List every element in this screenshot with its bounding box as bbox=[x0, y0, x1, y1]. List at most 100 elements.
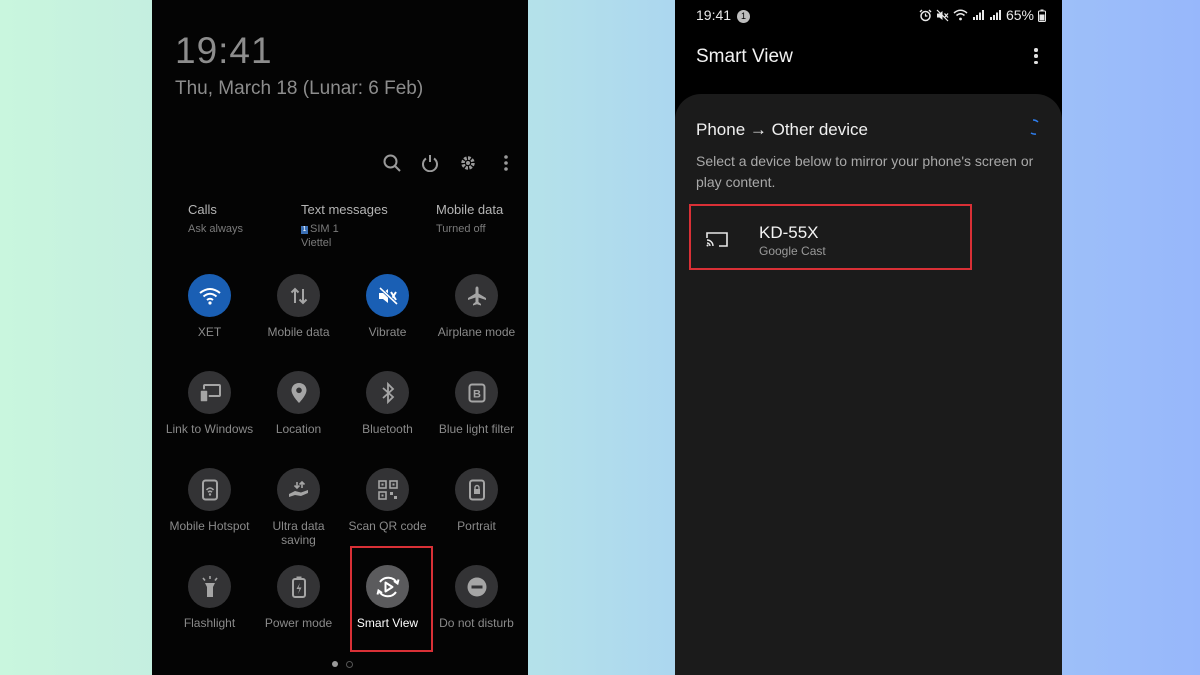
section-description: Select a device below to mirror your pho… bbox=[696, 153, 1034, 190]
tile-vibrate[interactable]: Vibrate bbox=[343, 274, 432, 339]
tile-label: XET bbox=[197, 325, 222, 339]
notification-count-badge: 1 bbox=[737, 10, 751, 23]
tile-label: Vibrate bbox=[368, 325, 407, 339]
tile-flashlight-button bbox=[188, 565, 231, 608]
tile-label: Airplane mode bbox=[437, 325, 516, 339]
tile-portrait-button bbox=[455, 468, 498, 511]
airplane-icon bbox=[467, 286, 486, 305]
tile-label: Do not disturb bbox=[439, 616, 514, 630]
tile-wifi[interactable]: XET bbox=[165, 274, 254, 339]
mobile-data-setting[interactable]: Mobile data Turned off bbox=[436, 202, 503, 236]
tile-label: Scan QR code bbox=[348, 519, 427, 533]
text-messages-setting[interactable]: Text messages 1 SIM 1 Viettel bbox=[301, 202, 388, 250]
tile-bluetooth-button bbox=[366, 371, 409, 414]
tile-mobile-data[interactable]: Mobile data bbox=[254, 274, 343, 339]
page-indicator bbox=[332, 661, 353, 668]
text-messages-sub: 1 SIM 1 Viettel bbox=[301, 222, 388, 250]
flashlight-icon bbox=[201, 575, 218, 597]
bluetooth-icon bbox=[381, 381, 394, 404]
tile-label: Portrait bbox=[457, 519, 496, 533]
mobile-data-title: Mobile data bbox=[436, 202, 504, 217]
svg-text:B: B bbox=[473, 388, 481, 400]
tile-ultra-data-saving-button bbox=[277, 468, 320, 511]
tile-label: Location bbox=[275, 422, 322, 436]
clock-time: 19:41 bbox=[175, 30, 273, 71]
signal-icon bbox=[989, 10, 1001, 20]
carrier-name: Viettel bbox=[301, 237, 332, 249]
tile-blue-light-filter[interactable]: B Blue light filter bbox=[432, 371, 521, 436]
clock-date: Thu, March 18 (Lunar: 6 Feb) bbox=[175, 78, 424, 99]
tile-label: Bluetooth bbox=[362, 422, 413, 436]
tile-label: Flashlight bbox=[183, 616, 236, 630]
tile-bluetooth[interactable]: Bluetooth bbox=[343, 371, 432, 436]
tile-link-to-windows[interactable]: Link to Windows bbox=[165, 371, 254, 436]
tile-label: Power mode bbox=[264, 616, 333, 630]
tile-do-not-disturb-button bbox=[455, 565, 498, 608]
text-messages-title: Text messages bbox=[301, 202, 388, 217]
tile-ultra-data-saving[interactable]: Ultra data saving bbox=[254, 468, 343, 547]
quick-panel-actions bbox=[382, 153, 516, 173]
qr-code-icon bbox=[377, 479, 398, 500]
page-dot-inactive[interactable] bbox=[346, 661, 353, 668]
smart-view-screen: 19:41 1 65% Smart View Phone → Other devi… bbox=[675, 0, 1062, 675]
tile-portrait[interactable]: Portrait bbox=[432, 468, 521, 533]
page-dot-active[interactable] bbox=[332, 661, 338, 667]
tile-power-mode-button bbox=[277, 565, 320, 608]
device-type: Google Cast bbox=[759, 244, 826, 258]
vibrate-icon bbox=[378, 286, 398, 305]
wifi-status-icon bbox=[953, 9, 968, 21]
tile-label: Link to Windows bbox=[165, 422, 254, 436]
loading-spinner-icon bbox=[1030, 119, 1039, 135]
tile-vibrate-button bbox=[366, 274, 409, 317]
signal-icon bbox=[972, 10, 984, 20]
location-pin-icon bbox=[291, 382, 306, 403]
device-item-kd-55x[interactable]: KD-55X Google Cast bbox=[689, 204, 972, 270]
status-time: 19:41 bbox=[696, 7, 732, 23]
tile-power-mode[interactable]: Power mode bbox=[254, 565, 343, 630]
app-title: Smart View bbox=[696, 46, 793, 67]
tile-label: Ultra data saving bbox=[272, 519, 325, 547]
tile-blue-light-filter-button: B bbox=[455, 371, 498, 414]
calls-setting[interactable]: Calls Ask always bbox=[188, 202, 243, 236]
sim-name: SIM 1 bbox=[310, 223, 339, 235]
tile-label: Mobile Hotspot bbox=[169, 519, 250, 533]
link-to-windows-icon bbox=[198, 383, 221, 403]
alarm-icon bbox=[919, 9, 932, 21]
search-icon[interactable] bbox=[382, 153, 402, 173]
do-not-disturb-icon bbox=[467, 577, 486, 596]
power-icon[interactable] bbox=[420, 153, 440, 173]
data-saving-icon bbox=[288, 480, 308, 497]
more-options-icon[interactable] bbox=[1030, 46, 1042, 66]
gear-icon[interactable] bbox=[458, 153, 478, 173]
tile-airplane-button bbox=[455, 274, 498, 317]
sim-info-row: Calls Ask always Text messages 1 SIM 1 Vi… bbox=[152, 202, 528, 262]
more-vert-icon[interactable] bbox=[496, 153, 516, 173]
tile-mobile-data-button bbox=[277, 274, 320, 317]
device-list-sheet: Phone → Other device Select a device bel… bbox=[675, 94, 1062, 675]
battery-icon bbox=[1038, 9, 1046, 22]
device-name: KD-55X bbox=[759, 223, 819, 242]
status-bar: 19:41 1 65% bbox=[696, 7, 1046, 25]
wifi-icon bbox=[198, 287, 221, 305]
tile-scan-qr-code-button bbox=[366, 468, 409, 511]
portrait-lock-icon bbox=[468, 479, 485, 500]
mobile-data-sub: Turned off bbox=[436, 223, 486, 235]
data-arrows-icon bbox=[290, 287, 307, 304]
tile-location[interactable]: Location bbox=[254, 371, 343, 436]
tile-scan-qr-code[interactable]: Scan QR code bbox=[343, 468, 432, 533]
tile-label: Blue light filter bbox=[438, 422, 515, 436]
calls-title: Calls bbox=[188, 202, 217, 217]
tile-link-to-windows-button bbox=[188, 371, 231, 414]
calls-sub: Ask always bbox=[188, 223, 244, 235]
tile-do-not-disturb[interactable]: Do not disturb bbox=[432, 565, 521, 630]
tile-location-button bbox=[277, 371, 320, 414]
blue-light-filter-icon: B bbox=[468, 383, 485, 402]
cast-screen-icon bbox=[706, 232, 728, 247]
battery-percent: 65% bbox=[1005, 7, 1034, 23]
tile-wifi-button bbox=[188, 274, 231, 317]
tile-label: Mobile data bbox=[267, 325, 330, 339]
sim-badge: 1 bbox=[301, 226, 308, 234]
tile-airplane[interactable]: Airplane mode bbox=[432, 274, 521, 339]
tile-flashlight[interactable]: Flashlight bbox=[165, 565, 254, 630]
tile-mobile-hotspot[interactable]: Mobile Hotspot bbox=[165, 468, 254, 533]
